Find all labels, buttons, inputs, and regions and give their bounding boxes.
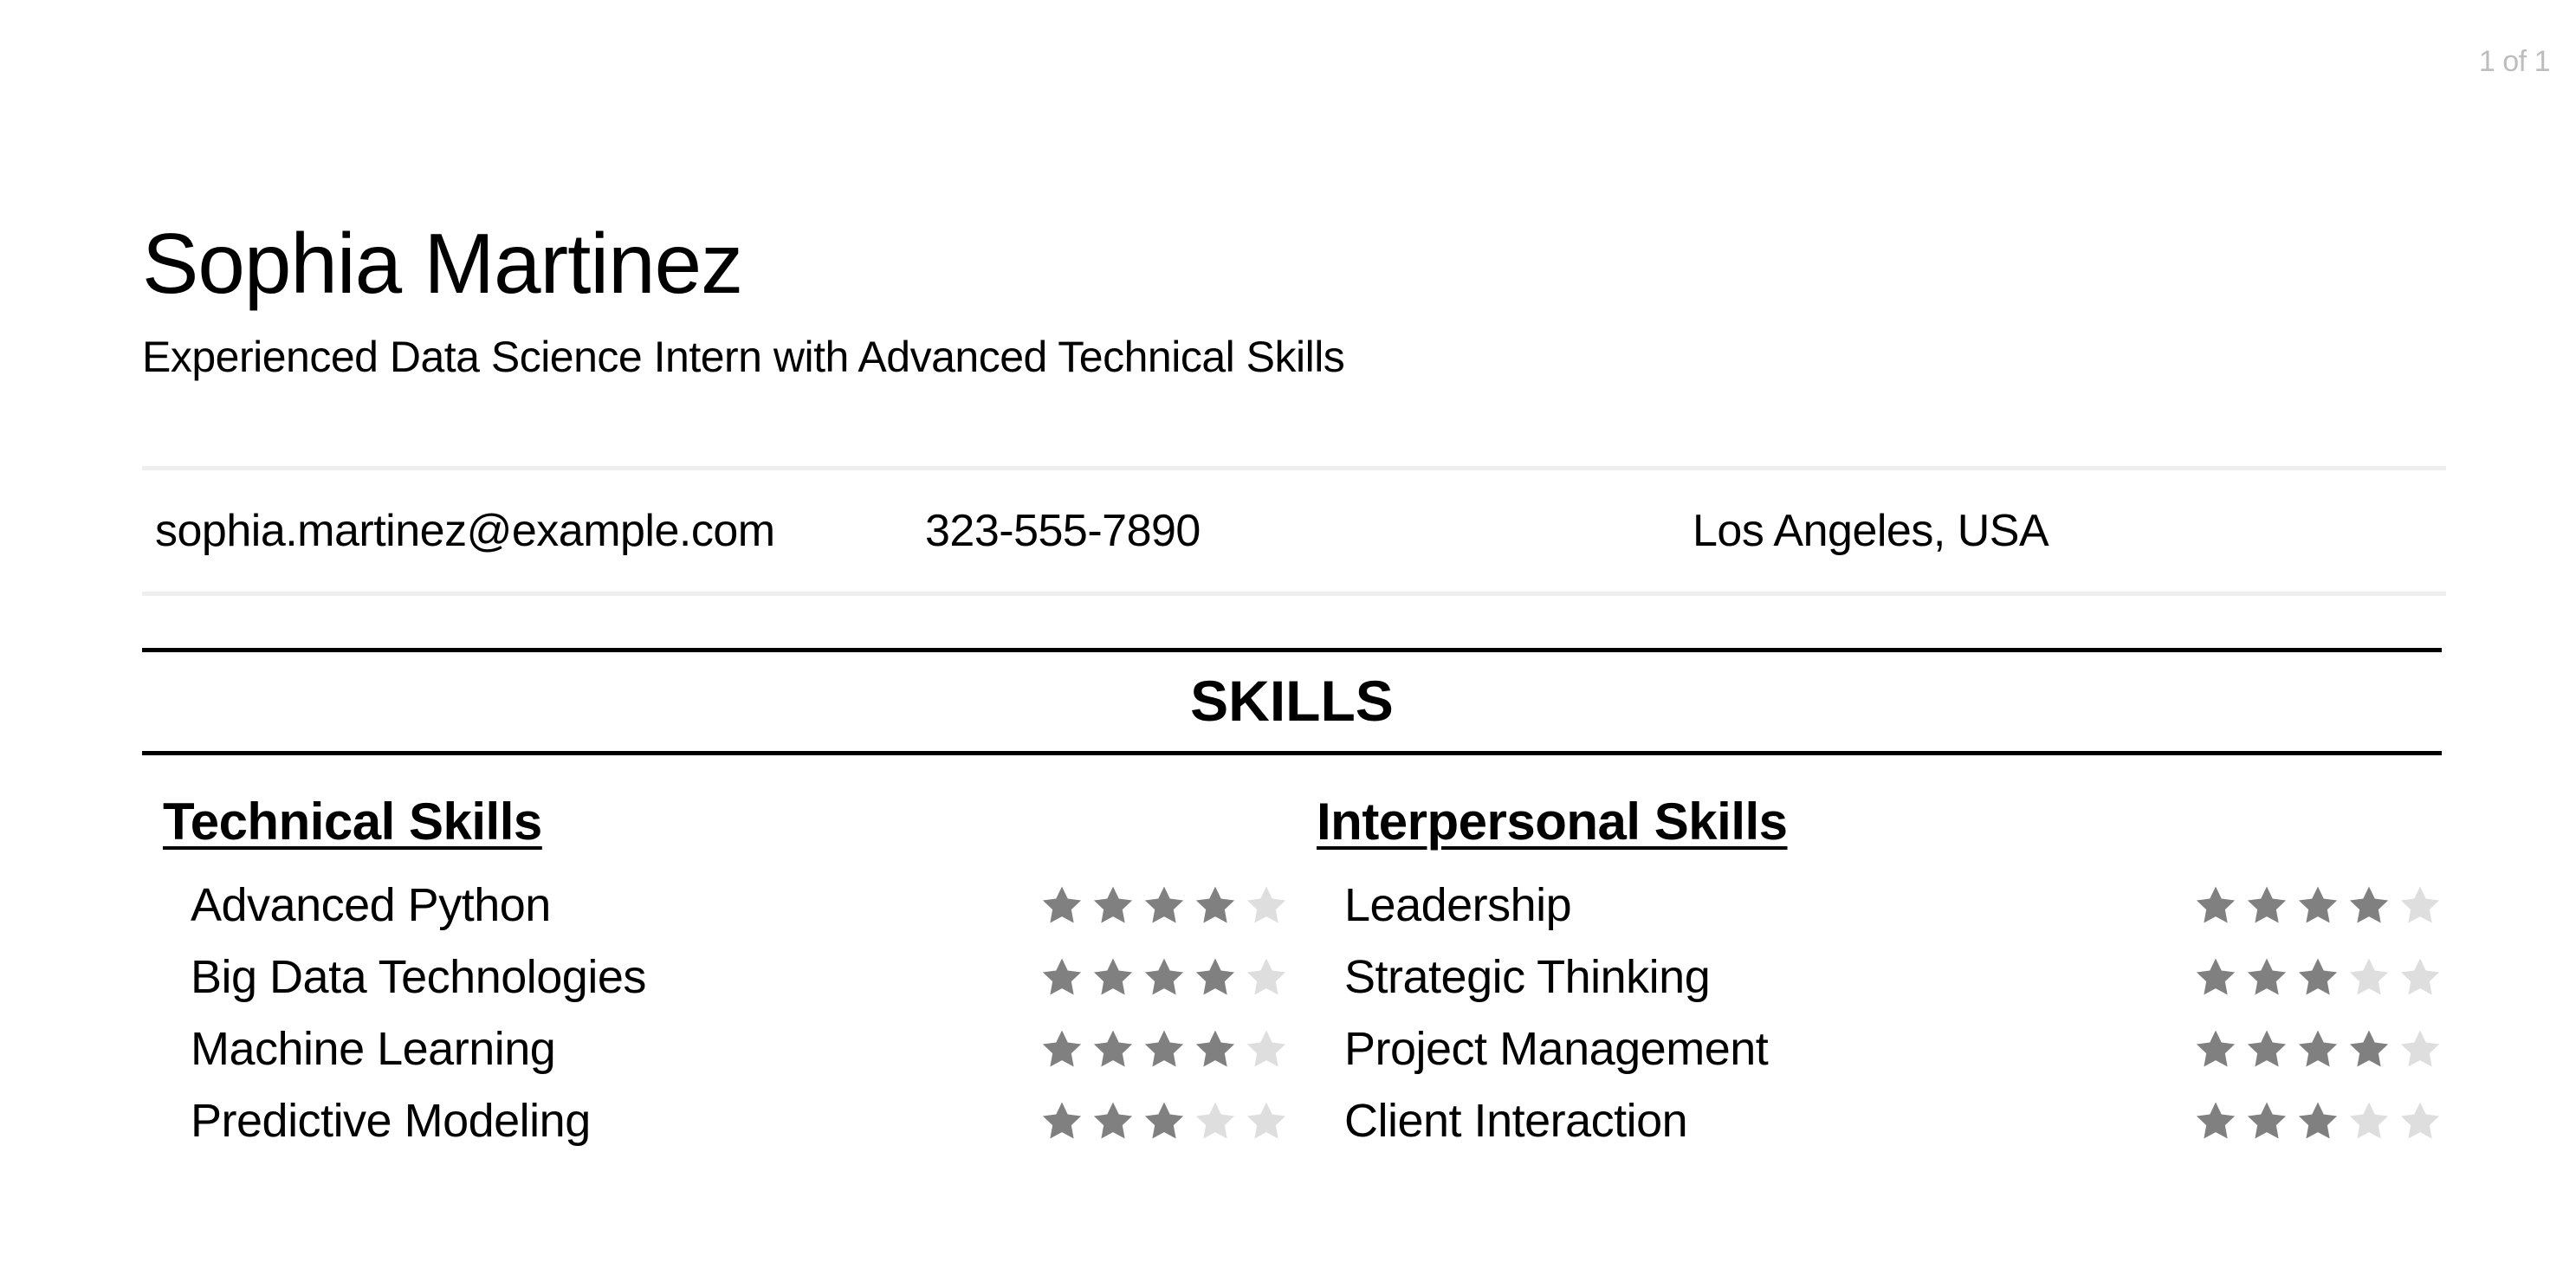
star-filled-icon <box>1093 1102 1133 1139</box>
section-title: SKILLS <box>1190 669 1394 733</box>
skill-row: Project Management <box>1317 1013 2443 1085</box>
skill-name: Leadership <box>1344 879 1572 931</box>
skill-name: Client Interaction <box>1344 1095 1688 1147</box>
star-filled-icon <box>2196 1030 2236 1067</box>
star-rating <box>1039 955 1289 1000</box>
contact-phone[interactable]: 323-555-7890 <box>925 503 1201 559</box>
star-filled-icon <box>1042 958 1082 995</box>
technical-skills-heading: Technical Skills <box>163 793 542 851</box>
star-filled-icon <box>1144 886 1184 923</box>
star-empty-icon <box>1246 1102 1286 1139</box>
star-filled-icon <box>2298 958 2338 995</box>
skill-name: Strategic Thinking <box>1344 951 1711 1003</box>
skill-row: Strategic Thinking <box>1317 942 2443 1013</box>
contact-email[interactable]: sophia.martinez@example.com <box>155 503 775 559</box>
star-empty-icon <box>2400 1102 2440 1139</box>
technical-skills-column: Technical Skills Advanced Python Big Data… <box>163 785 1289 1157</box>
star-filled-icon <box>1144 1030 1184 1067</box>
star-filled-icon <box>2298 1030 2338 1067</box>
interpersonal-skills-column: Interpersonal Skills Leadership Strategic… <box>1317 785 2443 1157</box>
skills-section-header: SKILLS <box>142 648 2442 755</box>
skill-row: Leadership <box>1317 870 2443 942</box>
star-filled-icon <box>1042 1102 1082 1139</box>
star-filled-icon <box>1093 886 1133 923</box>
star-filled-icon <box>2247 886 2287 923</box>
technical-skills-list: Advanced Python Big Data Technologies Mach… <box>163 870 1289 1157</box>
skill-row: Machine Learning <box>163 1013 1289 1085</box>
skill-name: Predictive Modeling <box>191 1095 591 1147</box>
star-filled-icon <box>2196 886 2236 923</box>
star-filled-icon <box>2247 1030 2287 1067</box>
star-rating <box>1039 883 1289 929</box>
star-empty-icon <box>2349 958 2389 995</box>
contact-location: Los Angeles, USA <box>1693 506 2049 556</box>
star-rating <box>1039 1099 1289 1144</box>
candidate-tagline: Experienced Data Science Intern with Adv… <box>142 333 1345 381</box>
star-filled-icon <box>1042 1030 1082 1067</box>
skill-row: Predictive Modeling <box>163 1085 1289 1157</box>
star-filled-icon <box>1195 886 1235 923</box>
skill-name: Advanced Python <box>191 879 551 931</box>
star-filled-icon <box>2247 958 2287 995</box>
star-filled-icon <box>1195 958 1235 995</box>
star-filled-icon <box>1093 958 1133 995</box>
star-filled-icon <box>2298 886 2338 923</box>
interpersonal-skills-list: Leadership Strategic Thinking Project Mana… <box>1317 870 2443 1157</box>
star-rating <box>2193 1027 2443 1072</box>
candidate-name: Sophia Martinez <box>142 216 743 311</box>
star-rating <box>2193 883 2443 929</box>
star-filled-icon <box>2196 1102 2236 1139</box>
interpersonal-skills-heading: Interpersonal Skills <box>1317 793 1788 851</box>
star-filled-icon <box>2349 886 2389 923</box>
star-empty-icon <box>2400 958 2440 995</box>
star-filled-icon <box>2349 1030 2389 1067</box>
contact-bar: sophia.martinez@example.com 323-555-7890… <box>142 466 2446 596</box>
page-counter: 1 of 1 <box>2478 45 2551 78</box>
star-filled-icon <box>1144 1102 1184 1139</box>
star-empty-icon <box>2349 1102 2389 1139</box>
star-rating <box>2193 955 2443 1000</box>
star-empty-icon <box>1195 1102 1235 1139</box>
skill-row: Client Interaction <box>1317 1085 2443 1157</box>
star-filled-icon <box>1144 958 1184 995</box>
skill-name: Project Management <box>1344 1023 1769 1075</box>
star-empty-icon <box>1246 1030 1286 1067</box>
star-filled-icon <box>1195 1030 1235 1067</box>
star-filled-icon <box>2196 958 2236 995</box>
star-filled-icon <box>2298 1102 2338 1139</box>
star-empty-icon <box>1246 958 1286 995</box>
star-rating <box>2193 1099 2443 1144</box>
star-filled-icon <box>1042 886 1082 923</box>
star-empty-icon <box>2400 1030 2440 1067</box>
skill-row: Advanced Python <box>163 870 1289 942</box>
skill-name: Machine Learning <box>191 1023 556 1075</box>
resume-header: Sophia Martinez Experienced Data Science… <box>142 211 1345 383</box>
skill-row: Big Data Technologies <box>163 942 1289 1013</box>
star-filled-icon <box>1093 1030 1133 1067</box>
star-empty-icon <box>1246 886 1286 923</box>
skill-name: Big Data Technologies <box>191 951 646 1003</box>
star-filled-icon <box>2247 1102 2287 1139</box>
star-empty-icon <box>2400 886 2440 923</box>
star-rating <box>1039 1027 1289 1072</box>
